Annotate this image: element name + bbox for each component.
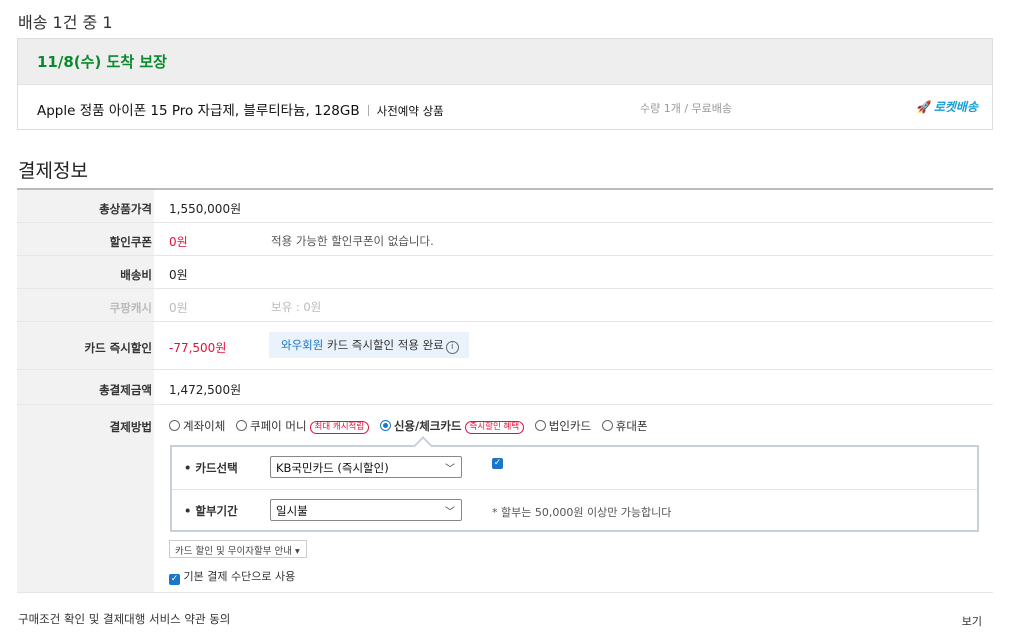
selected-installment: 일시불	[276, 504, 308, 518]
row-label: 카드 즉시할인	[84, 341, 152, 355]
row-label: 쿠팡캐시	[109, 301, 152, 315]
payment-method-options: 계좌이체 쿠페이 머니 최대 캐시적립 신용/체크카드 즉시할인 혜택 법인카드 휴…	[169, 418, 655, 434]
row-label: 총상품가격	[99, 202, 152, 216]
terms-agreement: 구매조건 확인 및 결제대행 서비스 약관 동의	[18, 612, 231, 626]
row-cash: 쿠팡캐시 0원 보유 : 0원	[17, 289, 993, 322]
cash-note: 보유 : 0원	[271, 300, 322, 314]
shipping-fee-value: 0원	[169, 268, 188, 282]
radio-icon[interactable]	[534, 420, 546, 431]
row-label: 배송비	[120, 268, 152, 282]
method-tag: 즉시할인 혜택	[464, 421, 525, 434]
installment-row: • 할부기간 일시불 ﹀ * 할부는 50,000원 이상만 가능합니다	[172, 489, 977, 531]
card-checkbox[interactable]: ✓	[492, 458, 503, 469]
radio-selected-icon[interactable]	[379, 420, 391, 431]
rocket-label: 로켓배송	[933, 100, 978, 114]
method-label: 법인카드	[548, 419, 592, 433]
final-amount-value: 1,472,500원	[169, 383, 242, 397]
coupon-note: 적용 가능한 할인쿠폰이 없습니다.	[271, 234, 434, 248]
method-label: 계좌이체	[183, 419, 226, 433]
preorder-label: 사전예약 상품	[376, 104, 444, 118]
card-select-label: 카드선택	[195, 461, 238, 475]
method-bank-transfer[interactable]: 계좌이체	[169, 419, 225, 433]
method-label: 휴대폰	[615, 419, 648, 433]
radio-icon[interactable]	[601, 420, 613, 431]
method-label: 신용/체크카드	[393, 419, 462, 433]
shipping-box: 11/8(수) 도착 보장 Apple 정품 아이폰 15 Pro 자급제, 블…	[17, 38, 993, 130]
row-final-amount: 총결제금액 1,472,500원	[17, 370, 993, 405]
wow-discount-banner: 와우회원 카드 즉시할인 적용 완료 i	[269, 332, 469, 358]
row-label: 결제방법	[109, 420, 152, 434]
coupon-value: 0원	[169, 235, 188, 249]
method-credit-card[interactable]: 신용/체크카드 즉시할인 혜택	[379, 419, 525, 434]
card-guide-button[interactable]: 카드 할인 및 무이자할부 안내 ▾	[169, 540, 307, 558]
rocket-delivery-badge: 🚀 로켓배송	[917, 98, 978, 115]
product-name: Apple 정품 아이폰 15 Pro 자급제, 블루티타늄, 128GB	[37, 103, 360, 119]
rocket-icon: 🚀	[916, 100, 932, 114]
default-method-label: 기본 결제 수단으로 사용	[183, 570, 296, 583]
row-card-discount: 카드 즉시할인 -77,500원 와우회원 카드 즉시할인 적용 완료 i	[17, 322, 993, 370]
cash-value: 0원	[169, 301, 188, 315]
row-label: 총결제금액	[99, 383, 152, 397]
row-coupon: 할인쿠폰 0원 적용 가능한 할인쿠폰이 없습니다.	[17, 223, 993, 256]
installment-note: * 할부는 50,000원 이상만 가능합니다	[492, 506, 672, 519]
installment-dropdown[interactable]: 일시불 ﹀	[270, 499, 462, 521]
view-terms-link[interactable]: 보기	[962, 613, 982, 629]
method-mobile[interactable]: 휴대폰	[601, 419, 648, 433]
card-select-row: • 카드선택 KB국민카드 (즉시할인) ﹀ ✓	[172, 447, 977, 489]
total-price-value: 1,550,000원	[169, 202, 242, 216]
row-label: 할인쿠폰	[109, 235, 152, 249]
method-tag: 최대 캐시적립	[309, 421, 370, 434]
wow-discount-text: 카드 즉시할인 적용 완료	[323, 338, 444, 352]
method-corporate-card[interactable]: 법인카드	[534, 419, 592, 433]
method-label: 쿠페이 머니	[249, 419, 307, 433]
radio-icon[interactable]	[169, 420, 180, 431]
quantity-shipping: 수량 1개 / 무료배송	[640, 102, 733, 115]
payment-info-title: 결제정보	[18, 160, 88, 182]
chevron-down-icon: ﹀	[445, 464, 455, 475]
card-select-dropdown[interactable]: KB국민카드 (즉시할인) ﹀	[270, 456, 462, 478]
chevron-down-icon: ﹀	[445, 507, 455, 518]
wow-member-label: 와우회원	[281, 338, 324, 352]
row-total-price: 총상품가격 1,550,000원	[17, 190, 993, 223]
shipping-title: 배송 1건 중 1	[18, 13, 113, 32]
installment-label: 할부기간	[195, 504, 238, 518]
selected-card: KB국민카드 (즉시할인)	[276, 461, 389, 475]
product-row: Apple 정품 아이폰 15 Pro 자급제, 블루티타늄, 128GB 사전예…	[18, 85, 992, 130]
product-name-wrap: Apple 정품 아이폰 15 Pro 자급제, 블루티타늄, 128GB 사전예…	[37, 99, 444, 119]
row-shipping-fee: 배송비 0원	[17, 256, 993, 289]
default-method-option[interactable]: ✓ 기본 결제 수단으로 사용	[169, 568, 295, 585]
checkbox-checked-icon[interactable]: ✓	[169, 574, 180, 585]
card-discount-value: -77,500원	[169, 341, 227, 355]
method-coupay-money[interactable]: 쿠페이 머니 최대 캐시적립	[235, 419, 370, 434]
info-icon[interactable]: i	[445, 341, 459, 354]
row-payment-method: 결제방법 계좌이체 쿠페이 머니 최대 캐시적립 신용/체크카드 즉시할인 혜택 법…	[17, 405, 993, 593]
card-options-panel: • 카드선택 KB국민카드 (즉시할인) ﹀ ✓ • 할부기간 일시불 ﹀ * 할부…	[170, 445, 979, 532]
arrival-guarantee: 11/8(수) 도착 보장	[18, 39, 992, 85]
payment-table: 총상품가격 1,550,000원 할인쿠폰 0원 적용 가능한 할인쿠폰이 없습…	[17, 190, 993, 593]
radio-icon[interactable]	[235, 420, 247, 431]
divider	[367, 105, 369, 116]
